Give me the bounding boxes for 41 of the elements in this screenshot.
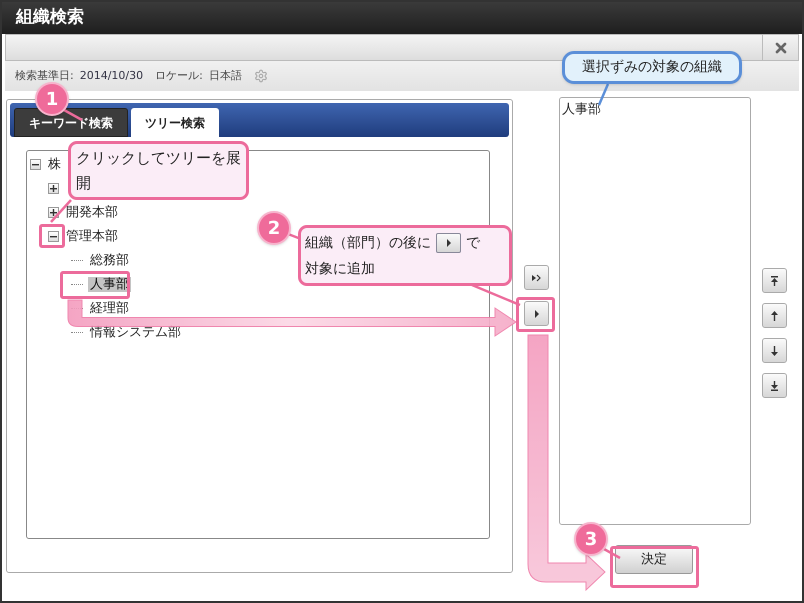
highlight-frame bbox=[516, 297, 555, 332]
date-value: 2014/10/30 bbox=[80, 68, 144, 84]
tree-item[interactable]: 情報システム部 bbox=[88, 324, 183, 340]
leader-line bbox=[63, 108, 83, 122]
close-icon bbox=[772, 40, 788, 56]
window-title: 組織検索 bbox=[16, 6, 84, 30]
collapse-icon[interactable] bbox=[48, 230, 59, 242]
tab[interactable]: ツリー検索 bbox=[131, 108, 219, 137]
step-number: 2 bbox=[257, 211, 291, 245]
callout: クリックしてツリーを展開 bbox=[68, 141, 249, 200]
locale-value: 日本語 bbox=[208, 68, 242, 84]
move-top-button[interactable] bbox=[762, 268, 787, 293]
move-up-button[interactable] bbox=[762, 303, 787, 328]
tree-item[interactable]: 管理本部 bbox=[64, 228, 120, 244]
move-down-button[interactable] bbox=[762, 338, 787, 363]
arrow-up-icon bbox=[770, 310, 779, 320]
add-all-button[interactable] bbox=[524, 265, 548, 290]
date-label: 検索基準日: bbox=[15, 68, 74, 84]
callout-text: 対象に追加 bbox=[305, 260, 375, 279]
callout: 選択ずみの対象の組織 bbox=[562, 51, 742, 84]
locale-label: ロケール: bbox=[155, 68, 203, 84]
leader-line bbox=[603, 548, 621, 560]
highlight-frame bbox=[60, 271, 130, 299]
tree-item[interactable]: 総務部 bbox=[88, 252, 131, 268]
double-arrow-icon bbox=[532, 272, 540, 282]
callout-text: 組織（部門）の後に bbox=[305, 234, 431, 253]
move-bottom-button[interactable] bbox=[762, 373, 787, 398]
collapse-icon[interactable] bbox=[30, 158, 41, 170]
expand-icon[interactable] bbox=[48, 182, 59, 194]
arrow-to-bottom-icon bbox=[770, 380, 779, 390]
tree-item[interactable]: 経理部 bbox=[88, 300, 131, 316]
add-button-icon bbox=[436, 233, 461, 253]
add-button[interactable] bbox=[524, 301, 548, 326]
arrow-to-top-icon bbox=[770, 276, 779, 286]
step-number: 3 bbox=[574, 522, 608, 556]
arrow-down-icon bbox=[770, 346, 779, 356]
tree-item[interactable]: 開発本部 bbox=[64, 204, 120, 220]
tree-item[interactable]: 株 bbox=[46, 156, 63, 172]
callout-text: で bbox=[466, 234, 480, 253]
highlight-frame bbox=[39, 224, 65, 248]
list-item[interactable]: 人事部 bbox=[562, 100, 748, 120]
